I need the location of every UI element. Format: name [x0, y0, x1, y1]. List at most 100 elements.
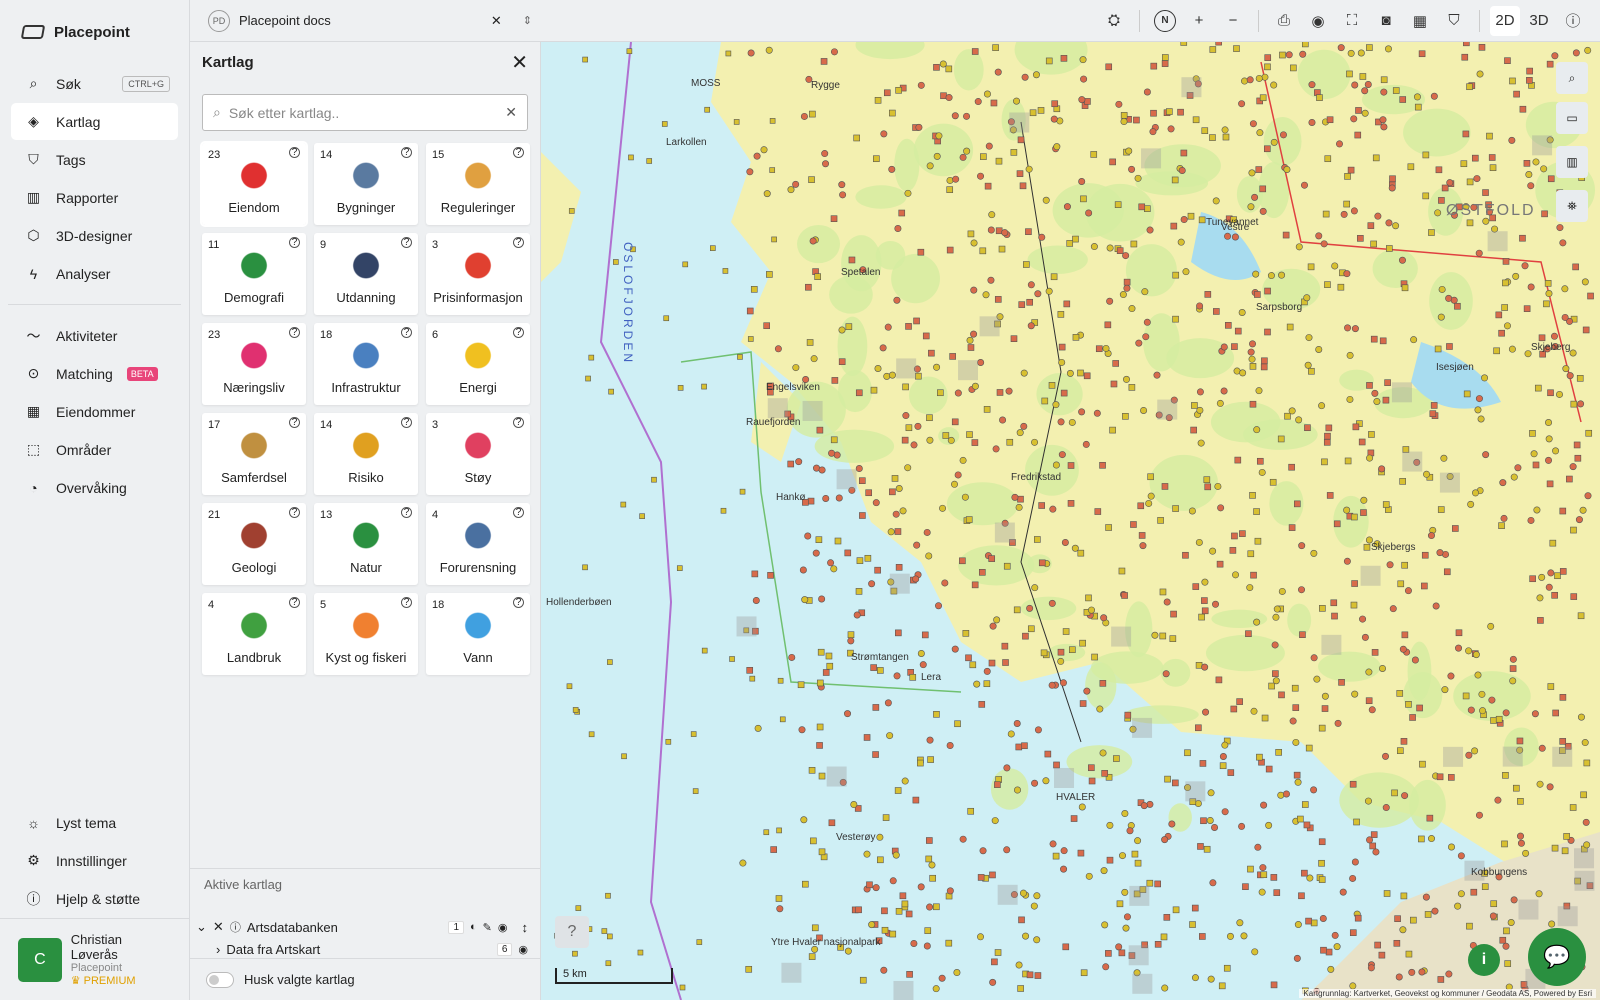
measure-icon[interactable]: ▭	[1556, 102, 1588, 134]
category-help-icon[interactable]: ?	[401, 417, 412, 428]
category-tile[interactable]: 21? Geologi	[202, 503, 306, 585]
mode-2d-button[interactable]: 2D	[1490, 5, 1520, 36]
nav-item-hjelp-støtte[interactable]: ⓘ Hjelp & støtte	[11, 880, 179, 917]
observation-point	[1209, 547, 1217, 555]
remove-layer-icon[interactable]: ✕	[213, 919, 224, 935]
compass-button[interactable]: N	[1150, 6, 1180, 36]
eye-icon[interactable]: ◉	[518, 943, 528, 956]
category-tile[interactable]: 4? Forurensning	[426, 503, 530, 585]
category-help-icon[interactable]: ?	[513, 237, 524, 248]
category-help-icon[interactable]: ?	[289, 597, 300, 608]
category-tile[interactable]: 5? Kyst og fiskeri	[314, 593, 418, 675]
map-canvas[interactable]: MOSS Larkollen Rygge OSLOFJORDEN Spetalen Eng…	[541, 42, 1600, 1000]
category-help-icon[interactable]: ?	[513, 417, 524, 428]
category-tile[interactable]: 17? Samferdsel	[202, 413, 306, 495]
eye-icon[interactable]: ◉	[1303, 6, 1333, 36]
observation-point	[1161, 54, 1169, 61]
category-help-icon[interactable]: ?	[401, 507, 412, 518]
category-help-icon[interactable]: ?	[513, 147, 524, 158]
fullscreen-icon[interactable]: ⛶	[1337, 6, 1367, 36]
observation-point	[1180, 216, 1188, 224]
category-help-icon[interactable]: ?	[401, 597, 412, 608]
remember-toggle[interactable]	[206, 971, 234, 988]
category-tile[interactable]: 23? Eiendom	[200, 141, 308, 227]
nav-item-tags[interactable]: ⛉ Tags	[11, 141, 178, 178]
category-help-icon[interactable]: ?	[289, 237, 300, 248]
category-tile[interactable]: 3? Prisinformasjon	[426, 233, 530, 315]
category-tile[interactable]: 14? Risiko	[314, 413, 418, 495]
reorder-icon[interactable]: ↕	[522, 920, 529, 935]
category-tile[interactable]: 14? Bygninger	[314, 143, 418, 225]
category-help-icon[interactable]: ?	[401, 237, 412, 248]
category-tile[interactable]: 18? Vann	[426, 593, 530, 675]
nav-item-overvåking[interactable]: ◔ Overvåking	[11, 469, 178, 506]
chevron-right-icon[interactable]: ›	[216, 942, 220, 957]
help-icon[interactable]: ⓘ	[230, 919, 241, 935]
category-tile[interactable]: 15? Reguleringer	[426, 143, 530, 225]
category-help-icon[interactable]: ?	[401, 147, 412, 158]
category-tile[interactable]: 13? Natur	[314, 503, 418, 585]
qr-icon[interactable]: ▦	[1405, 6, 1435, 36]
close-icon[interactable]: ✕	[491, 13, 502, 29]
category-help-icon[interactable]: ?	[289, 507, 300, 518]
map-help-button[interactable]: ?	[555, 916, 589, 948]
category-tile[interactable]: 6? Energi	[426, 323, 530, 405]
nav-item-områder[interactable]: ⬚ Områder	[11, 431, 178, 468]
bookmark-icon[interactable]: ⛉	[1439, 6, 1469, 36]
remember-layers-row[interactable]: Husk valgte kartlag	[190, 958, 540, 1000]
mode-3d-button[interactable]: 3D	[1524, 6, 1554, 36]
category-help-icon[interactable]: ?	[289, 327, 300, 338]
category-help-icon[interactable]: ?	[289, 417, 300, 428]
observation-point	[1099, 680, 1107, 687]
nav-item-søk[interactable]: ⌕ Søk CTRL+G	[11, 65, 178, 102]
category-help-icon[interactable]: ?	[289, 147, 300, 158]
map-search-icon[interactable]: ⌕	[1556, 62, 1588, 94]
observation-point	[746, 307, 754, 315]
nav-item-3d-designer[interactable]: ⬡ 3D-designer	[11, 217, 178, 254]
project-selector[interactable]: PD Placepoint docs ✕ ⇕	[190, 9, 540, 32]
category-help-icon[interactable]: ?	[513, 507, 524, 518]
chat-button[interactable]: 💬	[1528, 928, 1586, 986]
observation-point	[985, 142, 993, 150]
category-tile[interactable]: 4? Landbruk	[202, 593, 306, 675]
category-help-icon[interactable]: ?	[513, 327, 524, 338]
close-panel-icon[interactable]: ✕	[511, 50, 528, 75]
eye-icon[interactable]: ◉	[498, 921, 508, 934]
nav-item-matching[interactable]: ⊙ Matching BETA	[11, 355, 178, 392]
category-help-icon[interactable]: ?	[401, 327, 412, 338]
chevron-down-icon[interactable]: ⌄	[196, 919, 207, 935]
category-tile[interactable]: 23? Næringsliv	[202, 323, 306, 405]
nav-item-innstillinger[interactable]: ⚙ Innstillinger	[11, 842, 179, 879]
sort-icon[interactable]: ⇕	[523, 14, 532, 27]
category-tile[interactable]: 11? Demografi	[202, 233, 306, 315]
active-layer-row[interactable]: ⌄ ✕ ⓘ Artsdatabanken 1 ◐ ✎ ◉ ↕	[190, 916, 540, 938]
chart-icon[interactable]: ▥	[1556, 146, 1588, 178]
nav-item-eiendommer[interactable]: ▦ Eiendommer	[11, 393, 178, 430]
profile-icon[interactable]: ⛯	[1556, 190, 1588, 222]
category-tile[interactable]: 3? Støy	[426, 413, 530, 495]
brand[interactable]: Placepoint	[0, 0, 189, 64]
sub-layer-row[interactable]: › Data fra Artskart 6 ◉	[190, 938, 540, 960]
style-icon[interactable]: ◐	[470, 921, 477, 933]
edit-icon[interactable]: ✎	[483, 921, 492, 934]
category-tile[interactable]: 9? Utdanning	[314, 233, 418, 315]
zoom-out-icon[interactable]: −	[1218, 6, 1248, 36]
camera-icon[interactable]: ◙	[1371, 6, 1401, 36]
layers-toggle-icon[interactable]: ⛭	[1099, 6, 1129, 36]
nav-item-kartlag[interactable]: ◈ Kartlag	[11, 103, 178, 140]
nav-item-lyst-tema[interactable]: ☼ Lyst tema	[11, 804, 179, 841]
layer-search-input[interactable]: ⌕ Søk etter kartlag.. ✕	[202, 94, 528, 131]
nav-item-aktiviteter[interactable]: 〜 Aktiviteter	[11, 317, 178, 354]
print-icon[interactable]: ⎙	[1269, 6, 1299, 36]
category-help-icon[interactable]: ?	[513, 597, 524, 608]
user-card[interactable]: C Christian Løverås Placepoint ♛ PREMIUM	[0, 918, 190, 1000]
zoom-in-icon[interactable]: +	[1184, 6, 1214, 36]
observation-point	[1509, 665, 1517, 672]
info-button[interactable]: i	[1468, 944, 1500, 976]
clear-search-icon[interactable]: ✕	[505, 104, 517, 121]
nav-item-rapporter[interactable]: ▥ Rapporter	[11, 179, 178, 216]
nav-item-analyser[interactable]: ϟ Analyser	[11, 255, 178, 292]
info-icon[interactable]: ⓘ	[1558, 6, 1588, 36]
category-tile[interactable]: 18? Infrastruktur	[314, 323, 418, 405]
observation-point	[1399, 96, 1407, 103]
